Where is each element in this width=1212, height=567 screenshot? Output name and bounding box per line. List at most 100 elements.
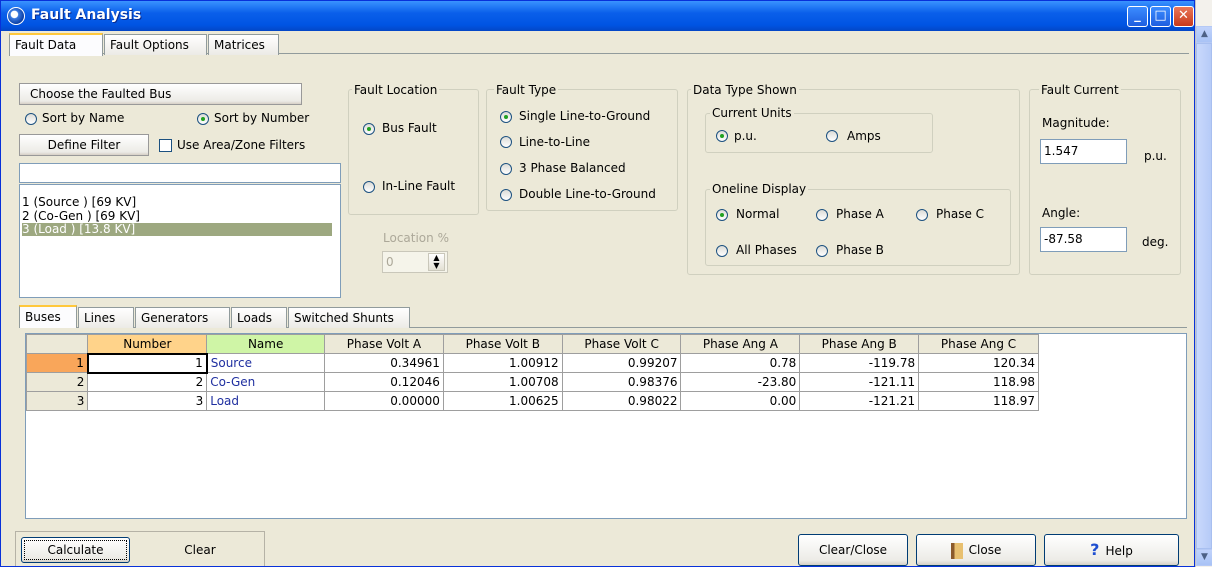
bus-results-table: Number Name Phase Volt A Phase Volt B Ph… xyxy=(26,334,1039,411)
spinner-arrows-icon[interactable]: ▲ ▼ xyxy=(428,253,445,271)
clear-close-button[interactable]: Clear/Close xyxy=(798,534,908,566)
sort-by-number-label: Sort by Number xyxy=(214,111,310,125)
cell-ang-a[interactable]: 0.00 xyxy=(680,391,801,411)
tab-lines[interactable]: Lines xyxy=(78,307,134,328)
phase-b-radio[interactable] xyxy=(816,245,828,257)
column-header-phase-ang-b[interactable]: Phase Ang B xyxy=(799,334,920,354)
angle-field[interactable]: -87.58 xyxy=(1040,227,1127,252)
question-icon: ? xyxy=(1090,540,1100,559)
phase-b-label: Phase B xyxy=(836,243,884,257)
cell-name[interactable]: Co-Gen xyxy=(206,372,326,392)
cell-number[interactable]: 3 xyxy=(87,391,208,411)
cell-name[interactable]: Load xyxy=(206,391,326,411)
scroll-up-button[interactable]: ▲ xyxy=(1196,26,1212,43)
tab-matrices[interactable]: Matrices xyxy=(208,34,279,55)
cell-number[interactable]: 1 xyxy=(86,352,208,374)
tab-switched-shunts[interactable]: Switched Shunts xyxy=(288,307,410,328)
tab-buses[interactable]: Buses xyxy=(19,305,77,328)
row-header[interactable]: 2 xyxy=(26,372,89,392)
scroll-down-button[interactable]: ▼ xyxy=(1196,549,1212,566)
help-button[interactable]: ? Help xyxy=(1044,534,1179,566)
fault-type-radio-ll[interactable] xyxy=(500,136,512,148)
help-button-label: Help xyxy=(1105,544,1133,558)
cell-volt-a[interactable]: 0.00000 xyxy=(324,391,444,411)
fault-type-title: Fault Type xyxy=(494,83,559,97)
column-header-phase-volt-a[interactable]: Phase Volt A xyxy=(324,334,444,354)
cell-ang-a[interactable]: -23.80 xyxy=(680,372,801,392)
cell-ang-b[interactable]: -121.11 xyxy=(799,372,920,392)
bus-filter-input[interactable] xyxy=(19,163,341,183)
phase-c-radio[interactable] xyxy=(916,209,928,221)
cell-ang-c[interactable]: 118.97 xyxy=(918,391,1039,411)
cell-ang-b[interactable]: -121.21 xyxy=(799,391,920,411)
amps-label: Amps xyxy=(847,129,881,143)
fault-current-title: Fault Current xyxy=(1039,83,1121,97)
cell-ang-b[interactable]: -119.78 xyxy=(799,353,920,373)
table-row[interactable]: 2 2 Co-Gen 0.12046 1.00708 0.98376 -23.8… xyxy=(26,372,1039,392)
angle-unit: deg. xyxy=(1142,235,1169,249)
bus-results-grid[interactable]: Number Name Phase Volt A Phase Volt B Ph… xyxy=(25,333,1187,519)
calculate-button[interactable]: Calculate xyxy=(21,537,130,563)
minimize-button[interactable]: _ xyxy=(1127,6,1148,27)
title-bar[interactable]: Fault Analysis _ □ ✕ xyxy=(1,1,1194,31)
column-header-phase-volt-b[interactable]: Phase Volt B xyxy=(442,334,563,354)
column-header-name[interactable]: Name xyxy=(206,334,326,354)
tab-fault-options[interactable]: Fault Options xyxy=(104,34,207,55)
column-header-phase-ang-a[interactable]: Phase Ang A xyxy=(680,334,801,354)
column-header-number[interactable]: Number xyxy=(87,334,208,354)
cell-volt-c[interactable]: 0.99207 xyxy=(561,353,682,373)
table-row[interactable]: 1 1 Source 0.34961 1.00912 0.99207 0.78 … xyxy=(26,352,1039,374)
bus-fault-radio[interactable] xyxy=(363,123,375,135)
cell-volt-b[interactable]: 1.00708 xyxy=(442,372,563,392)
tab-generators[interactable]: Generators xyxy=(135,307,230,328)
tab-loads[interactable]: Loads xyxy=(231,307,287,328)
tab-fault-data[interactable]: Fault Data xyxy=(9,33,103,56)
choose-faulted-bus-header: Choose the Faulted Bus xyxy=(19,83,302,105)
phase-a-radio[interactable] xyxy=(816,209,828,221)
cell-volt-a[interactable]: 0.34961 xyxy=(324,353,444,373)
app-globe-icon xyxy=(7,7,25,25)
define-filter-button[interactable]: Define Filter xyxy=(19,134,149,156)
normal-radio[interactable] xyxy=(716,209,728,221)
column-header-phase-ang-c[interactable]: Phase Ang C xyxy=(918,334,1039,354)
close-window-button[interactable]: ✕ xyxy=(1173,6,1194,27)
use-filters-checkbox[interactable] xyxy=(159,139,172,152)
all-phases-label: All Phases xyxy=(736,243,797,257)
fault-type-radio-dlg[interactable] xyxy=(500,189,512,201)
scroll-thumb[interactable] xyxy=(1196,43,1212,549)
cell-number[interactable]: 2 xyxy=(87,372,208,392)
cell-volt-c[interactable]: 0.98022 xyxy=(561,391,682,411)
window-title: Fault Analysis xyxy=(31,7,142,23)
magnitude-field[interactable]: 1.547 xyxy=(1040,139,1127,164)
amps-radio[interactable] xyxy=(826,130,838,142)
cell-volt-c[interactable]: 0.98376 xyxy=(561,372,682,392)
bus-list-item-selected[interactable]: 3 (Load ) [13.8 KV] xyxy=(22,223,332,236)
sort-by-number-radio[interactable] xyxy=(197,113,209,125)
inline-fault-label: In-Line Fault xyxy=(382,179,456,193)
sort-by-name-radio[interactable] xyxy=(25,113,37,125)
cell-ang-a[interactable]: 0.78 xyxy=(680,353,801,373)
inline-fault-radio[interactable] xyxy=(363,181,375,193)
fault-type-label: 3 Phase Balanced xyxy=(519,161,626,175)
cell-volt-b[interactable]: 1.00912 xyxy=(442,353,563,373)
cell-volt-a[interactable]: 0.12046 xyxy=(324,372,444,392)
cell-name[interactable]: Source xyxy=(206,353,326,373)
bus-list-item[interactable]: 1 (Source ) [69 KV] xyxy=(22,196,332,209)
pu-radio[interactable] xyxy=(716,130,728,142)
close-button[interactable]: Close xyxy=(916,534,1036,566)
maximize-button[interactable]: □ xyxy=(1150,6,1171,27)
bus-list[interactable]: 1 (Source ) [69 KV] 2 (Co-Gen ) [69 KV] … xyxy=(19,184,341,298)
row-header[interactable]: 3 xyxy=(26,391,89,411)
row-header[interactable]: 1 xyxy=(26,353,89,373)
clear-button[interactable]: Clear xyxy=(141,537,259,563)
fault-type-radio-slg[interactable] xyxy=(500,111,512,123)
cell-ang-c[interactable]: 120.34 xyxy=(918,353,1039,373)
cell-volt-b[interactable]: 1.00625 xyxy=(442,391,563,411)
fault-type-radio-3ph[interactable] xyxy=(500,163,512,175)
fault-location-title: Fault Location xyxy=(352,83,440,97)
all-phases-radio[interactable] xyxy=(716,245,728,257)
vertical-scrollbar[interactable]: ▲ ▼ xyxy=(1195,0,1212,567)
cell-ang-c[interactable]: 118.98 xyxy=(918,372,1039,392)
column-header-phase-volt-c[interactable]: Phase Volt C xyxy=(561,334,682,354)
table-row[interactable]: 3 3 Load 0.00000 1.00625 0.98022 0.00 -1… xyxy=(26,391,1039,411)
